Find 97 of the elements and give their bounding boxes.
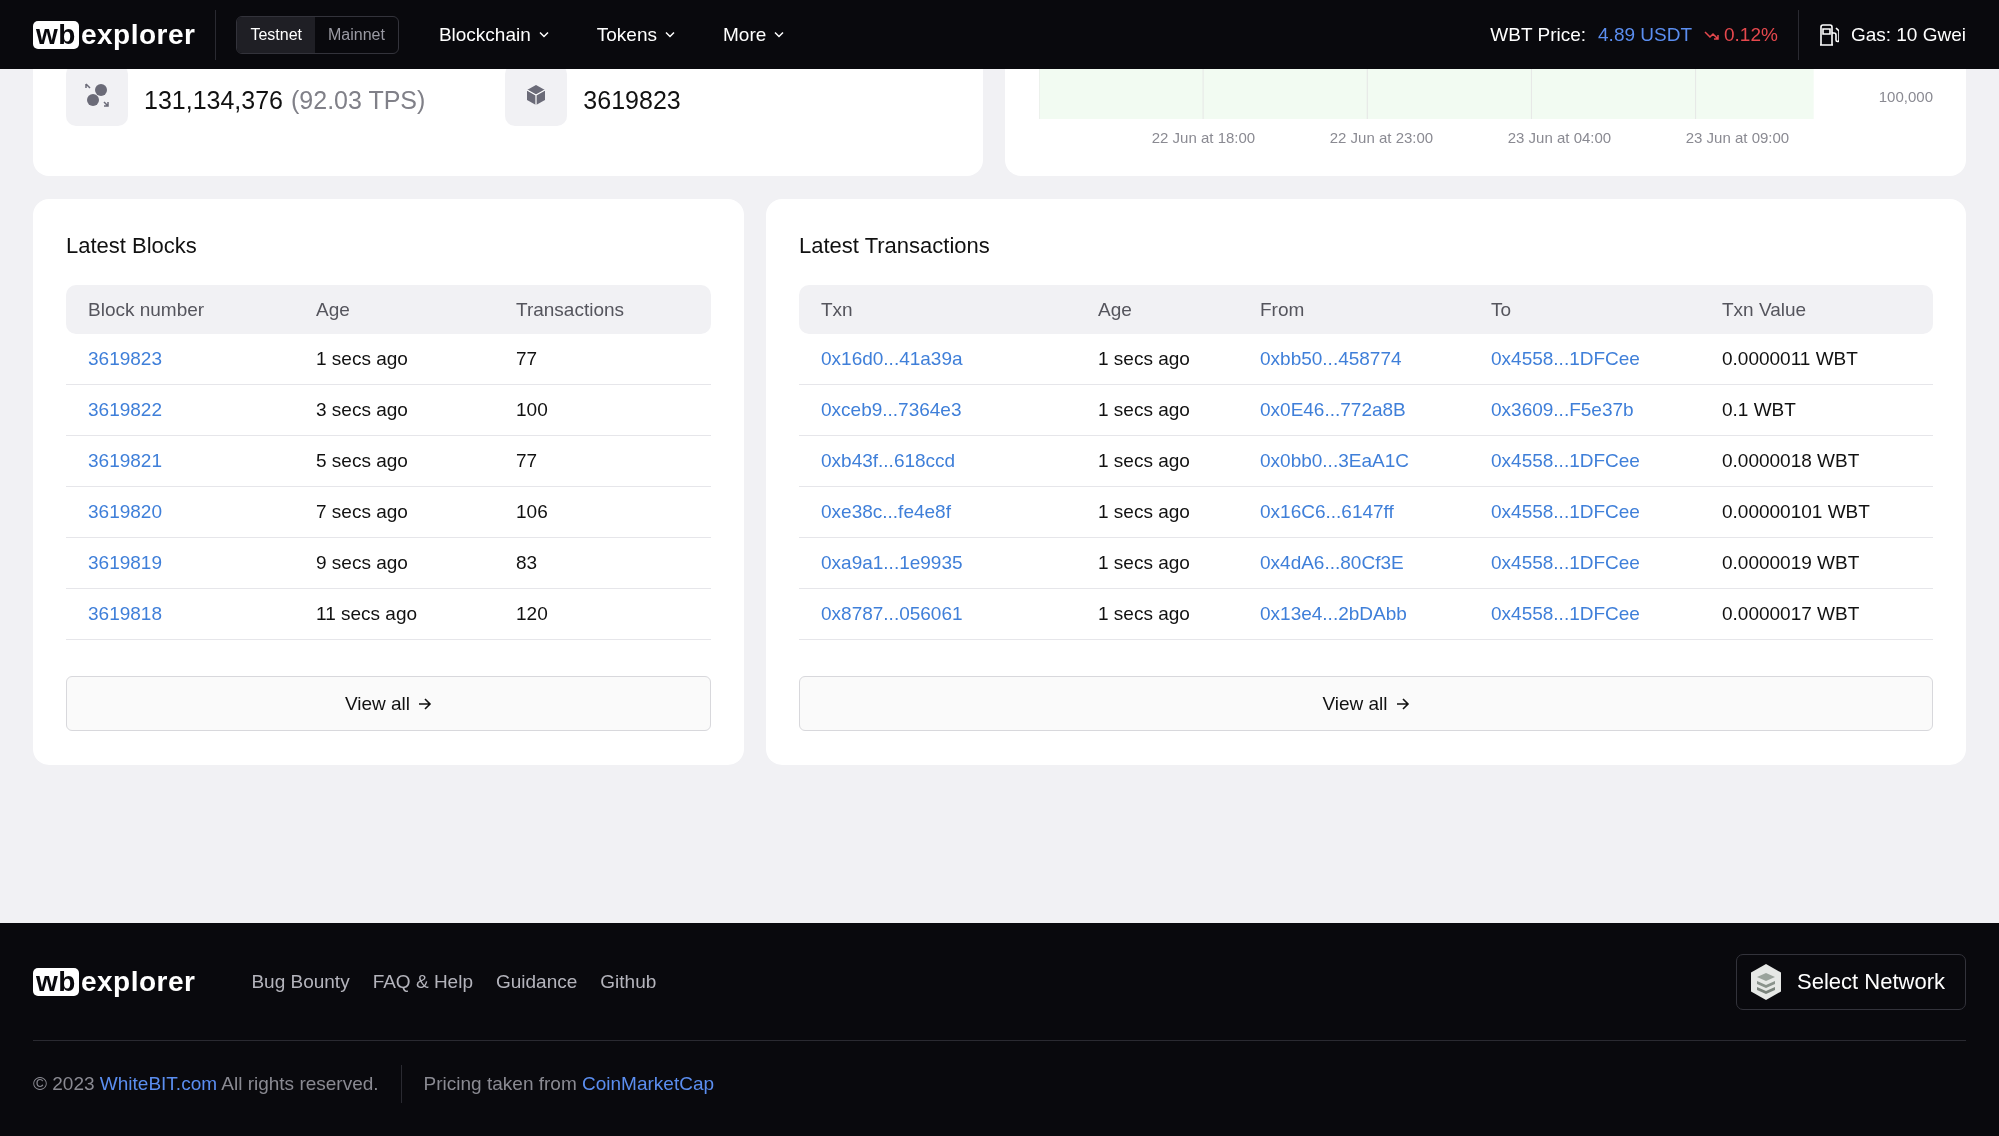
footer-link[interactable]: Github [600, 970, 657, 993]
nav-menu[interactable]: More [723, 23, 785, 46]
address-link[interactable]: 0x4dA6...80Cf3E [1260, 552, 1404, 574]
table-cell-text: 0.00000101 WBT [1722, 501, 1871, 523]
address-link[interactable]: 0x4558...1DFCee [1491, 450, 1640, 472]
nav-menu[interactable]: Blockchain [438, 23, 549, 46]
column-header: Age [1098, 298, 1133, 321]
transaction-link[interactable]: 0x16d0...41a39a [821, 348, 963, 370]
column-header: To [1491, 298, 1513, 321]
column-header: Transactions [516, 298, 626, 321]
coinmarketcap-link[interactable]: CoinMarketCap [582, 1072, 714, 1094]
table-cell-text: 0.1 WBT [1722, 399, 1797, 421]
table-cell-text: 1 secs ago [1098, 450, 1191, 472]
table-cell-text: 1 secs ago [1098, 603, 1191, 625]
transaction-link[interactable]: 0x8787...056061 [821, 603, 963, 625]
table-cell-text: 1 secs ago [1098, 348, 1191, 370]
transaction-link[interactable]: 0xb43f...618ccd [821, 450, 956, 472]
block-link[interactable]: 3619818 [88, 603, 162, 625]
address-link[interactable]: 0x4558...1DFCee [1491, 501, 1640, 523]
whitebit-link[interactable]: WhiteBIT.com [99, 1072, 218, 1094]
price-label: WBT Price: [1490, 23, 1587, 46]
address-link[interactable]: 0x3609...F5e37b [1491, 399, 1634, 421]
table-cell-text: 1 secs ago [1098, 501, 1191, 523]
logo[interactable]: wb explorer [33, 20, 196, 49]
table-cell-text: 5 secs ago [316, 450, 409, 472]
chevron-down-icon [665, 31, 675, 38]
network-tab[interactable]: Mainnet [315, 16, 398, 53]
footer-link[interactable]: Guidance [495, 970, 578, 993]
table-cell-text: 83 [516, 552, 539, 574]
column-header: Txn [821, 298, 854, 321]
card-title: Latest Transactions [799, 233, 991, 259]
address-link[interactable]: 0x13e4...2bDAbb [1260, 603, 1407, 625]
x-axis-label: 22 Jun at 23:00 [1329, 129, 1435, 146]
address-link[interactable]: 0xbb50...458774 [1260, 348, 1402, 370]
table-cell-text: 0.0000019 WBT [1722, 552, 1861, 574]
trend-down-icon [1704, 29, 1720, 40]
exchange-icon [84, 82, 110, 108]
table-cell-text: 120 [516, 603, 549, 625]
copyright-text: © 2023 WhiteBIT.com All rights reserved. [33, 1072, 379, 1095]
stat-value: 3619823 [583, 86, 681, 115]
gas-price: Gas: 10 Gwei [1850, 23, 1966, 46]
pricing-source-text: Pricing taken from CoinMarketCap [423, 1072, 714, 1095]
address-link[interactable]: 0x16C6...6147ff [1260, 501, 1394, 523]
table-cell-text: 1 secs ago [1098, 399, 1191, 421]
arrow-right-icon [418, 697, 433, 710]
table-cell-text: 3 secs ago [316, 399, 409, 421]
table-cell-text: 11 secs ago [316, 603, 419, 625]
address-link[interactable]: 0x0E46...772a8B [1260, 399, 1406, 421]
block-link[interactable]: 3619822 [88, 399, 162, 421]
x-axis-label: 22 Jun at 18:00 [1151, 129, 1257, 146]
layers-icon [1749, 962, 1784, 1001]
stat-value: 131,134,376 [144, 86, 284, 115]
select-network-button[interactable]: Select Network [1736, 953, 1966, 1010]
address-link[interactable]: 0x4558...1DFCee [1491, 552, 1640, 574]
footer-link[interactable]: Bug Bounty [251, 970, 350, 993]
table-cell-text: 77 [516, 348, 539, 370]
table-cell-text: 100 [516, 399, 549, 421]
card-title: Latest Blocks [66, 233, 198, 259]
arrow-right-icon [1395, 697, 1410, 710]
column-header: Block number [88, 298, 206, 321]
transaction-link[interactable]: 0xe38c...fe4e8f [821, 501, 951, 523]
transaction-link[interactable]: 0xa9a1...1e9935 [821, 552, 963, 574]
transaction-link[interactable]: 0xceb9...7364e3 [821, 399, 962, 421]
address-link[interactable]: 0x4558...1DFCee [1491, 603, 1640, 625]
price-change: 0.12% [1704, 23, 1778, 46]
table-cell-text: 1 secs ago [1098, 552, 1191, 574]
view-all-button[interactable]: View all [66, 676, 711, 731]
nav-menu[interactable]: Tokens [596, 23, 675, 46]
block-link[interactable]: 3619823 [88, 348, 162, 370]
column-header: From [1260, 298, 1306, 321]
table-cell-text: 0.0000011 WBT [1722, 348, 1859, 370]
x-axis-label: 23 Jun at 04:00 [1507, 129, 1613, 146]
footer-link[interactable]: FAQ & Help [372, 970, 473, 993]
block-link[interactable]: 3619820 [88, 501, 162, 523]
column-header: Age [316, 298, 351, 321]
logo[interactable]: wb explorer [33, 967, 196, 996]
table-cell-text: 0.0000017 WBT [1722, 603, 1861, 625]
address-link[interactable]: 0x4558...1DFCee [1491, 348, 1640, 370]
column-header: Txn Value [1722, 298, 1808, 321]
x-axis-label: 23 Jun at 09:00 [1685, 129, 1791, 146]
table-cell-text: 1 secs ago [316, 348, 409, 370]
view-all-button[interactable]: View all [799, 676, 1933, 731]
network-tab[interactable]: Testnet [237, 16, 315, 53]
address-link[interactable]: 0x0bb0...3EaA1C [1260, 450, 1409, 472]
price-value: 4.89 USDT [1598, 23, 1692, 46]
chevron-down-icon [774, 31, 785, 38]
table-cell-text: 7 secs ago [316, 501, 409, 523]
table-cell-text: 0.0000018 WBT [1722, 450, 1861, 472]
table-cell-text: 9 secs ago [316, 552, 409, 574]
table-cell-text: 106 [516, 501, 549, 523]
table-cell-text: 77 [516, 450, 539, 472]
block-link[interactable]: 3619819 [88, 552, 162, 574]
stat-note: (92.03 TPS) [291, 86, 426, 115]
block-link[interactable]: 3619821 [88, 450, 162, 472]
chevron-down-icon [538, 31, 549, 38]
fuel-pump-icon [1818, 23, 1839, 46]
y-axis-label: 100,000 [1878, 88, 1933, 105]
